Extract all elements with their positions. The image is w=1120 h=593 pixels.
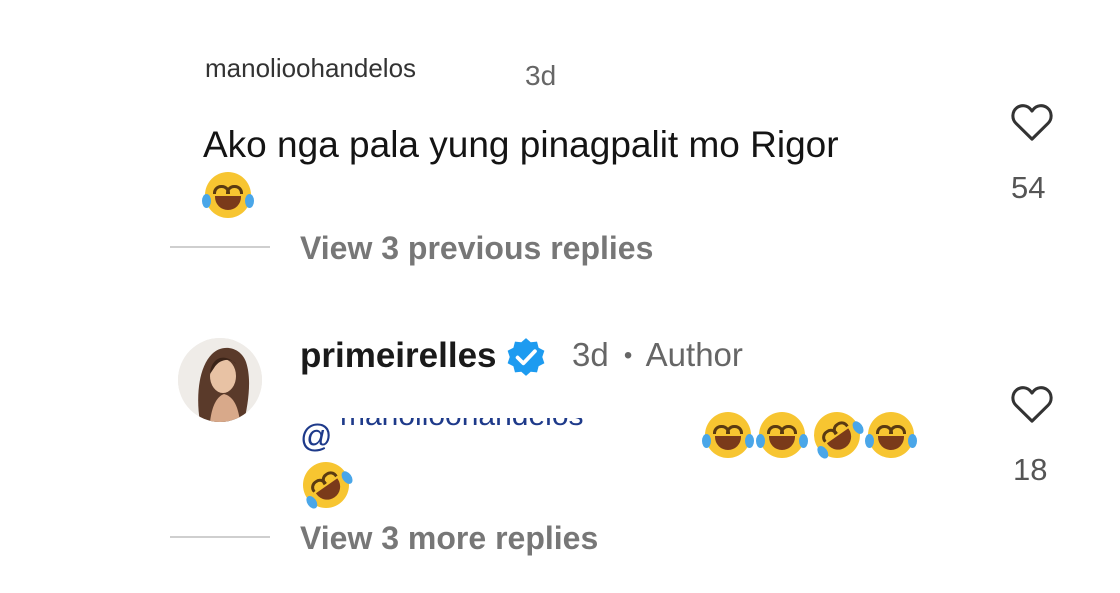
- avatar[interactable]: [178, 338, 262, 422]
- reply-timestamp: 3d: [572, 336, 609, 373]
- comment-username[interactable]: manolioohandelos: [205, 58, 505, 78]
- comment-timestamp: 3d: [525, 60, 557, 91]
- mention-prefix[interactable]: @: [300, 418, 332, 455]
- comment-text: Ako nga pala yung pinagpalit mo Rigor: [203, 124, 839, 165]
- comment-emoji-row: [202, 172, 254, 218]
- like-count: 18: [1013, 452, 1048, 487]
- face-with-tears-of-joy-icon: [756, 412, 809, 458]
- like-heart-icon[interactable]: [1009, 382, 1055, 424]
- view-more-replies-link[interactable]: View 3 more replies: [300, 520, 598, 557]
- face-with-tears-of-joy-icon: [865, 412, 918, 458]
- replies-divider: [170, 246, 270, 248]
- verified-badge-icon: [507, 338, 545, 376]
- like-count: 54: [1011, 170, 1046, 205]
- reply-emoji-row-2: [293, 452, 359, 518]
- like-heart-icon[interactable]: [1009, 100, 1055, 142]
- view-previous-replies-link[interactable]: View 3 previous replies: [300, 230, 653, 267]
- mention-handle[interactable]: manolioohandelos: [340, 418, 685, 432]
- reply-username[interactable]: primeirelles: [300, 336, 497, 376]
- face-with-tears-of-joy-icon: [702, 412, 754, 458]
- face-with-tears-of-joy-icon: [202, 172, 254, 218]
- rolling-on-floor-laughing-icon: [804, 402, 869, 468]
- reply-emoji-row-1: [702, 402, 918, 468]
- reply-meta: 3d • Author: [572, 336, 743, 374]
- meta-separator: •: [623, 342, 633, 369]
- author-label: Author: [645, 336, 743, 373]
- rolling-on-floor-laughing-icon: [293, 452, 359, 518]
- avatar-photo: [178, 338, 262, 422]
- replies-divider: [170, 536, 270, 538]
